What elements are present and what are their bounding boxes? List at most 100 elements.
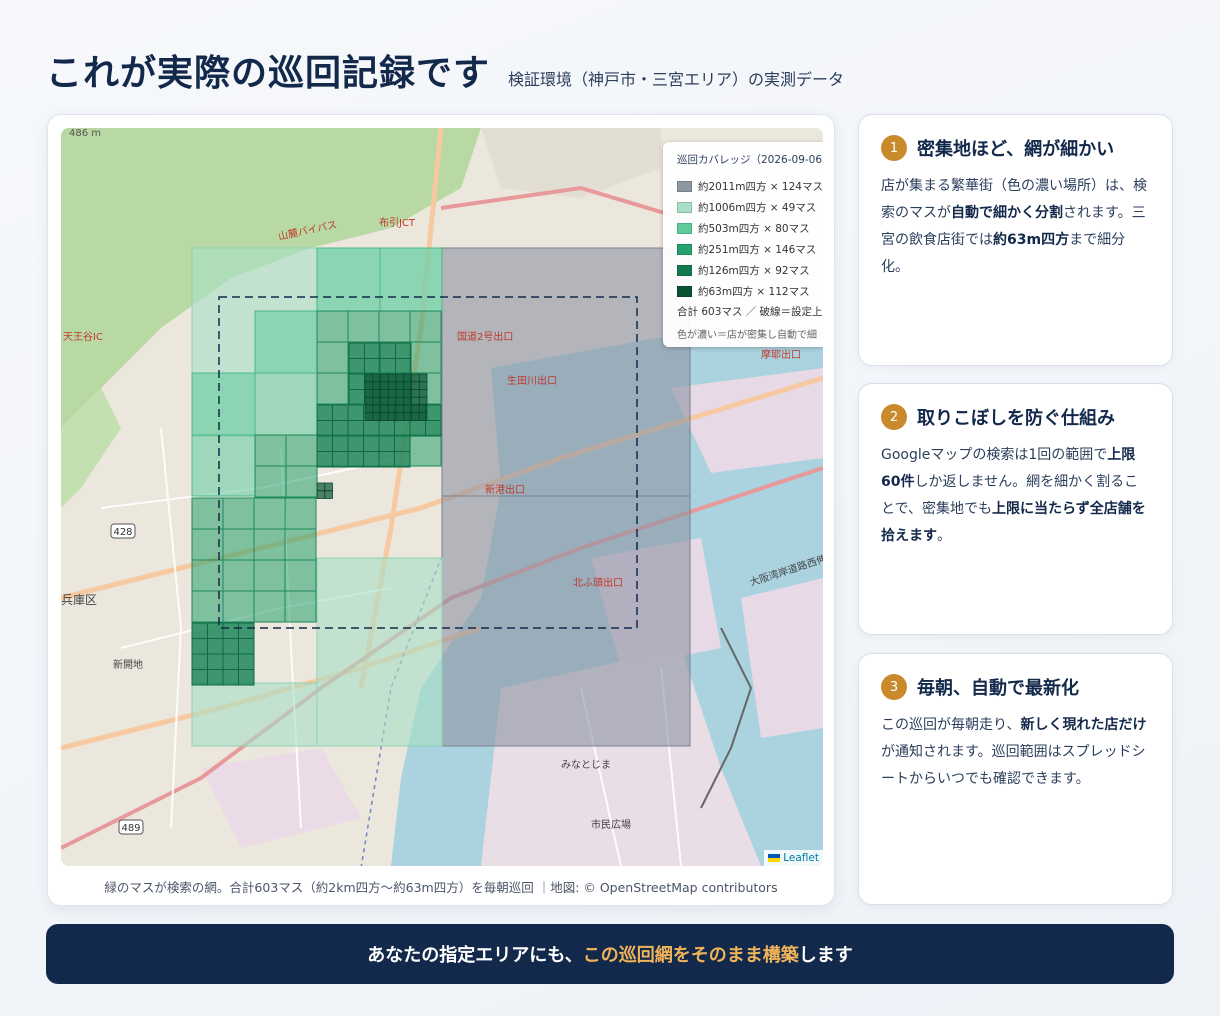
grid-cell [378, 310, 411, 343]
cta-suffix: します [798, 945, 853, 966]
legend-item: 約2011m四方 × 124マス [677, 176, 823, 197]
grid-cell [380, 396, 389, 406]
point-title: 取りこぼしを防ぐ仕組み [917, 408, 1115, 429]
grid-cell [191, 669, 208, 686]
grid-cell [364, 389, 374, 398]
map-card: 486 m 天王谷IC 布引JCT 山麓バイパス 兵庫区 新開地 国道2号出口 … [47, 114, 835, 906]
grid-cell [207, 622, 224, 639]
grid-cell [207, 638, 224, 655]
grid-cell [284, 559, 317, 592]
map-view[interactable]: 486 m 天王谷IC 布引JCT 山麓バイパス 兵庫区 新開地 国道2号出口 … [61, 128, 823, 866]
grid-cell [284, 590, 317, 623]
grid-cell [418, 396, 428, 406]
grid-cell [372, 412, 381, 421]
grid-cell [395, 358, 412, 375]
grid-cell [380, 404, 389, 414]
grid-cell [222, 497, 255, 530]
grid-cell [316, 490, 326, 499]
grid-cell [387, 389, 397, 398]
legend-item-label: 約251m四方 × 146マス [698, 244, 817, 256]
cta-prefix: あなたの指定エリアにも、 [367, 945, 583, 966]
map-label-station: 新開地 [113, 658, 143, 671]
grid-cell [409, 341, 442, 374]
grid-cell [364, 342, 381, 359]
point-number-badge: 2 [881, 404, 907, 430]
grid-cell [378, 435, 395, 452]
grid-cell [316, 482, 326, 492]
grid-cell [364, 412, 374, 421]
grid-level-1 [441, 247, 691, 747]
grid-cell [387, 373, 397, 383]
grid-cell [347, 310, 380, 343]
grid-cell [395, 404, 405, 414]
svg-text:489: 489 [121, 823, 140, 834]
grid-cell [222, 590, 255, 623]
legend-swatch [677, 244, 692, 255]
map-label-exit-1: 国道2号出口 [457, 330, 513, 343]
grid-cell [332, 435, 349, 452]
grid-cell [324, 490, 333, 499]
grid-cell [395, 342, 412, 359]
grid-cell [348, 373, 365, 390]
grid-cell [316, 435, 333, 452]
grid-cell [380, 381, 389, 390]
grid-cell [394, 420, 411, 437]
legend-item-label: 約126m四方 × 92マス [698, 265, 810, 277]
grid-cell [332, 404, 349, 421]
grid-cell [253, 528, 286, 561]
grid-cell [284, 528, 317, 561]
grid-cell [372, 373, 381, 383]
grid-cell [316, 420, 333, 437]
page-title: これが実際の巡回記録です [46, 53, 491, 94]
grid-cell [207, 653, 224, 670]
grid-cell [222, 528, 255, 561]
grid-cell [387, 396, 397, 406]
grid-cell [238, 638, 255, 655]
grid-cell [411, 404, 420, 414]
grid-cell [284, 497, 317, 530]
grid-cell [324, 482, 333, 492]
grid-cell [379, 342, 396, 359]
grid-cell [403, 381, 412, 390]
grid-cell [403, 389, 412, 398]
grid-cell [347, 420, 364, 437]
map-attribution[interactable]: Leaflet [764, 850, 823, 866]
grid-cell [285, 465, 318, 498]
legend-swatch [677, 202, 692, 213]
grid-cell [238, 622, 255, 639]
grid-cell [418, 381, 428, 390]
grid-cell [418, 389, 428, 398]
cta-banner[interactable]: あなたの指定エリアにも、 この巡回網をそのまま構築 します [46, 924, 1174, 984]
legend-swatch [677, 223, 692, 234]
grid-cell [363, 435, 380, 452]
grid-cell [191, 638, 208, 655]
grid-cell [372, 381, 381, 390]
map-label-ward: 兵庫区 [61, 593, 97, 607]
grid-cell [411, 373, 420, 383]
grid-cell [395, 381, 405, 390]
grid-cell [380, 412, 389, 421]
grid-cell [191, 622, 208, 639]
grid-cell [364, 373, 374, 383]
grid-cell [425, 404, 442, 421]
grid-cell [364, 358, 381, 375]
grid-cell [403, 396, 412, 406]
grid-cell [238, 669, 255, 686]
grid-cell [409, 310, 442, 343]
grid-cell [387, 404, 397, 414]
grid-cell [409, 420, 426, 437]
legend-item: 約63m四方 × 112マス [677, 281, 823, 302]
grid-cell [254, 465, 287, 498]
grid-cell [253, 559, 286, 592]
point-number-badge: 3 [881, 674, 907, 700]
legend-swatch [677, 181, 692, 192]
legend-note: 色が濃い＝店が密集し自動で細 [677, 330, 817, 341]
grid-cell [207, 669, 224, 686]
leaflet-link[interactable]: Leaflet [783, 852, 819, 864]
legend-item: 約251m四方 × 146マス [677, 239, 823, 260]
grid-cell [238, 653, 255, 670]
grid-cell [372, 389, 381, 398]
legend-item: 約126m四方 × 92マス [677, 260, 823, 281]
legend-total: 合計 603マス ／ 破線＝設定上 [677, 306, 823, 318]
grid-cell [347, 435, 364, 452]
